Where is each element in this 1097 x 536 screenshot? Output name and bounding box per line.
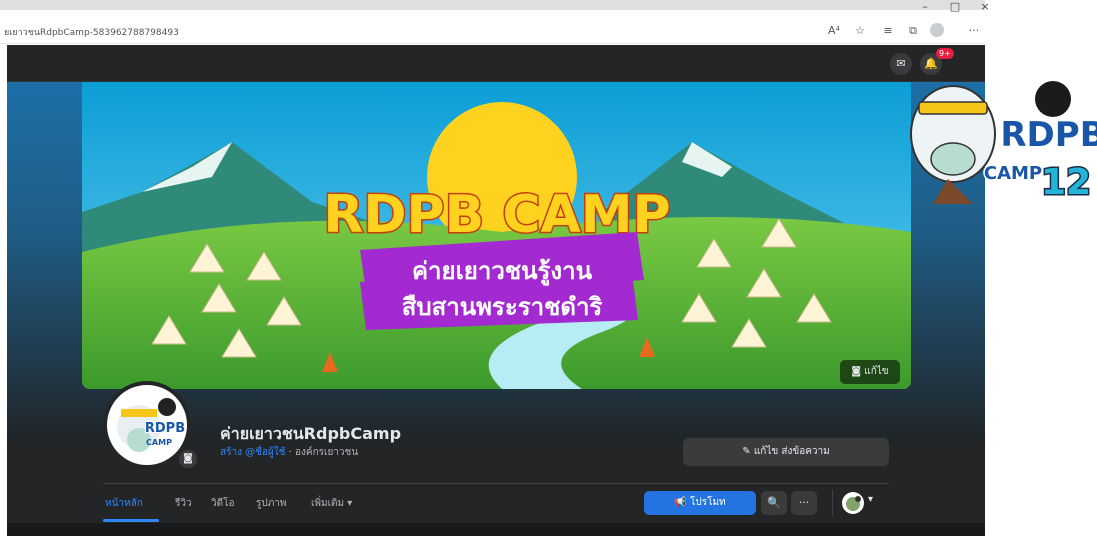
tab-photos[interactable]: รูปภาพ: [256, 496, 287, 511]
edit-send-message-button[interactable]: ✎ แก้ไข ส่งข้อความ: [683, 438, 889, 466]
profile-logo-camp: CAMP: [146, 438, 172, 447]
edit-cover-label: แก้ไข: [864, 366, 889, 377]
chevron-down-icon[interactable]: ▾: [868, 494, 873, 505]
page-subtitle: สร้าง @ชื่อผู้ใช้ · องค์กรเยาวชน: [220, 445, 358, 460]
tab-videos[interactable]: วิดีโอ: [211, 496, 235, 511]
header-divider: [103, 483, 889, 484]
account-switcher-avatar[interactable]: [842, 492, 864, 514]
url-text[interactable]: ยเยาวชนRdpbCamp-583962788798493: [4, 25, 179, 39]
read-aloud-icon[interactable]: A⁴: [826, 23, 842, 39]
search-icon[interactable]: 🔍: [761, 491, 787, 515]
content-area-top: [7, 523, 985, 536]
minimize-button[interactable]: –: [915, 0, 935, 16]
tab-more[interactable]: เพิ่มเติม ▾: [311, 496, 352, 511]
collections-icon[interactable]: ⧉: [905, 23, 921, 39]
rdpb-camp-mascot-logo: RDPB CAMP 12: [903, 54, 1097, 214]
page-category: · องค์กรเยาวชน: [285, 447, 359, 458]
address-bar[interactable]: ยเยาวชนRdpbCamp-583962788798493 A⁴ ☆ ≡ ⧉…: [0, 18, 985, 44]
mascot-text-rdpb: RDPB: [1000, 115, 1097, 155]
favorite-add-icon[interactable]: ☆: [852, 23, 868, 39]
profile-logo-rdpb: RDPB: [145, 421, 185, 436]
edit-cover-button[interactable]: ◙ แก้ไข: [840, 360, 900, 384]
more-options-button[interactable]: ···: [791, 491, 817, 515]
cover-banner-line1: ค่ายเยาวชนรู้งาน: [412, 257, 593, 286]
cover-photo: RDPB CAMP ค่ายเยาวชนรู้งาน สืบสานพระราชด…: [82, 82, 911, 389]
close-window-button[interactable]: ×: [975, 0, 995, 16]
actions-separator: [832, 490, 833, 516]
promote-button[interactable]: 📢 โปรโมท: [644, 491, 756, 515]
mascot-text-number: 12: [1041, 162, 1091, 203]
maximize-button[interactable]: □: [945, 0, 965, 16]
mascot-text-camp: CAMP: [984, 163, 1042, 184]
browser-tab-strip: [0, 0, 985, 10]
more-icon[interactable]: ···: [966, 23, 982, 39]
create-username-link[interactable]: สร้าง @ชื่อผู้ใช้: [220, 447, 285, 458]
facebook-top-nav: ✉ 🔔 9+: [7, 45, 985, 82]
profile-icon[interactable]: [930, 23, 944, 37]
favorites-icon[interactable]: ≡: [880, 23, 896, 39]
change-profile-photo-icon[interactable]: ◙: [179, 450, 197, 468]
profile-picture[interactable]: RDPB CAMP: [103, 381, 191, 469]
tab-home[interactable]: หน้าหลัก: [105, 496, 143, 511]
camera-icon: ◙: [851, 366, 862, 377]
facebook-page: ✉ 🔔 9+ RDPB CAMP ค่ายเยาวชนรู้งาน สืบสาน…: [7, 45, 985, 536]
cover-banner-line2: สืบสานพระราชดำริ: [402, 293, 603, 321]
active-tab-indicator: [103, 519, 159, 522]
page-title: ค่ายเยาวชนRdpbCamp: [220, 424, 402, 443]
profile-mascot-image: RDPB CAMP: [117, 398, 186, 452]
account-avatar-image: [846, 496, 861, 511]
tab-reviews[interactable]: รีวิว: [175, 496, 192, 511]
